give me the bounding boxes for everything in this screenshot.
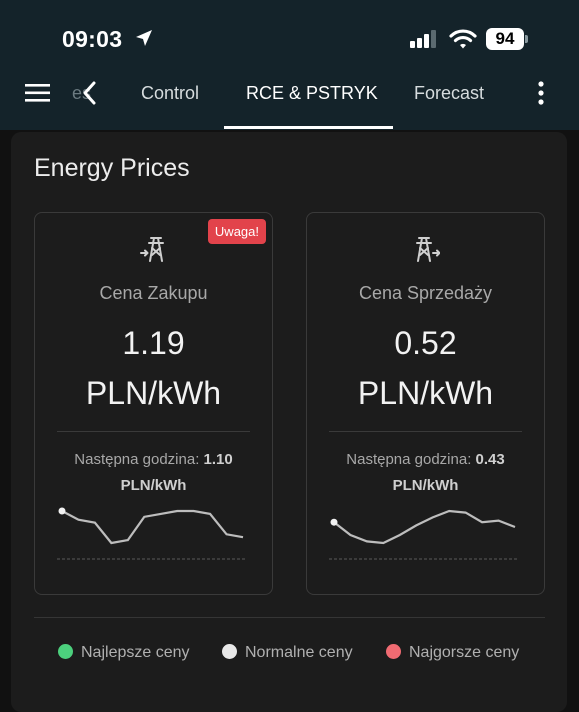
tab-forecast[interactable]: Forecast xyxy=(414,83,484,104)
wifi-icon xyxy=(449,28,477,55)
legend-divider xyxy=(34,617,545,618)
sparkline-current-point xyxy=(58,507,66,515)
legend-worst: Najgorsze ceny xyxy=(386,644,519,662)
legend-dot-worst xyxy=(386,644,401,659)
legend-normal: Normalne ceny xyxy=(222,644,353,662)
status-time: 09:03 xyxy=(62,26,123,52)
more-vertical-icon[interactable] xyxy=(537,80,545,111)
tab-control[interactable]: Control xyxy=(141,83,199,104)
buy-price-box[interactable]: Uwaga! Cena Zakupu 1.19 PLN/kWh Następna… xyxy=(34,212,273,595)
battery-tip xyxy=(525,35,528,43)
sparkline-current-point xyxy=(330,518,338,526)
hamburger-menu-icon[interactable] xyxy=(25,83,51,108)
card-title: Energy Prices xyxy=(34,154,190,182)
buy-next-prefix: Następna godzina: xyxy=(74,451,200,468)
app-header: 09:03 94 es Control RCE & PSTRYK Forecas… xyxy=(0,0,579,130)
box-divider xyxy=(329,431,522,432)
legend-label: Najgorsze ceny xyxy=(409,644,520,661)
legend-label: Normalne ceny xyxy=(245,644,353,661)
sell-price-label: Cena Sprzedaży xyxy=(358,283,493,303)
sell-next-value: 0.43 xyxy=(475,451,505,468)
sparkline-line xyxy=(333,509,516,545)
sell-price-sparkline xyxy=(329,509,519,560)
legend-best: Najlepsze ceny xyxy=(58,644,190,662)
sell-next-unit: PLN/kWh xyxy=(392,477,459,494)
buy-price-value: 1.19 xyxy=(122,325,185,361)
buy-next-hour: Następna godzina: 1.10 PLN/kWh xyxy=(45,447,262,499)
buy-next-value: 1.10 xyxy=(203,451,233,468)
legend-label: Najlepsze ceny xyxy=(81,644,190,661)
tab-rce-pstryk[interactable]: RCE & PSTRYK xyxy=(246,83,378,104)
sell-price-value: 0.52 xyxy=(394,325,457,361)
sell-price-unit: PLN/kWh xyxy=(357,375,494,411)
sell-next-prefix: Następna godzina: xyxy=(346,451,472,468)
active-tab-indicator xyxy=(224,126,393,129)
buy-price-unit: PLN/kWh xyxy=(85,375,222,411)
legend-dot-normal xyxy=(222,644,237,659)
sell-next-hour: Następna godzina: 0.43 PLN/kWh xyxy=(317,447,534,499)
chevron-left-icon[interactable] xyxy=(80,80,100,111)
sell-price-box[interactable]: Cena Sprzedaży 0.52 PLN/kWh Następna god… xyxy=(306,212,545,595)
location-arrow-icon xyxy=(134,28,154,53)
warning-badge: Uwaga! xyxy=(207,219,266,244)
buy-next-unit: PLN/kWh xyxy=(120,477,187,494)
legend-dot-best xyxy=(58,644,73,659)
sparkline-line xyxy=(61,509,244,545)
buy-price-sparkline xyxy=(57,507,247,560)
transmission-tower-export-icon xyxy=(412,235,440,268)
cellular-signal-icon xyxy=(410,30,438,53)
buy-price-label: Cena Zakupu xyxy=(99,283,208,303)
box-divider xyxy=(57,431,250,432)
battery-indicator: 94 xyxy=(486,28,524,50)
transmission-tower-import-icon xyxy=(139,235,168,268)
